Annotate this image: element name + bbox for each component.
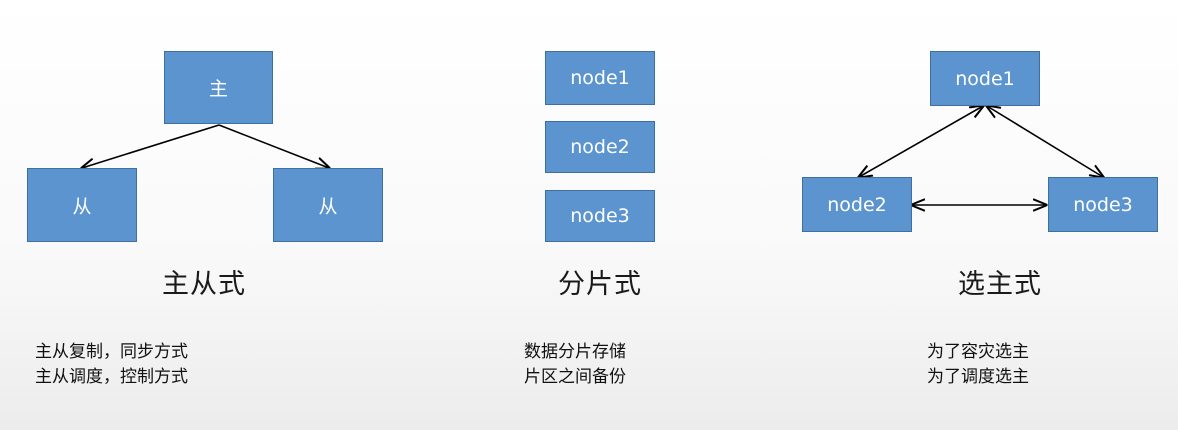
election-node-2: node2: [802, 177, 912, 232]
master-slave-description: 主从复制，同步方式 主从调度，控制方式: [35, 340, 188, 390]
election-node-1: node1: [930, 51, 1040, 106]
master-slave-desc-line-1: 主从复制，同步方式: [35, 342, 188, 362]
slave-node-right: 从: [273, 168, 383, 242]
election-node-3: node3: [1048, 177, 1158, 232]
sharding-description: 数据分片存储 片区之间备份: [524, 340, 626, 390]
sharding-desc-line-1: 数据分片存储: [524, 342, 626, 362]
arrow-node1-node3: [987, 106, 1103, 177]
sharding-title: 分片式: [558, 269, 642, 300]
arrow-master-to-right-slave: [218, 124, 329, 168]
master-slave-desc-line-2: 主从调度，控制方式: [35, 367, 188, 387]
sharding-desc-line-2: 片区之间备份: [524, 367, 626, 387]
slave-node-left: 从: [27, 168, 137, 242]
master-slave-title: 主从式: [162, 269, 246, 300]
arrow-node1-node2: [859, 106, 983, 177]
arrow-master-to-left-slave: [82, 124, 220, 168]
election-description: 为了容灾选主 为了调度选主: [927, 340, 1029, 390]
shard-node-1: node1: [545, 51, 655, 105]
election-desc-line-1: 为了容灾选主: [927, 342, 1029, 362]
shard-node-2: node2: [545, 121, 655, 173]
election-desc-line-2: 为了调度选主: [927, 367, 1029, 387]
election-title: 选主式: [958, 269, 1042, 300]
master-node: 主: [164, 51, 273, 124]
shard-node-3: node3: [545, 190, 655, 242]
